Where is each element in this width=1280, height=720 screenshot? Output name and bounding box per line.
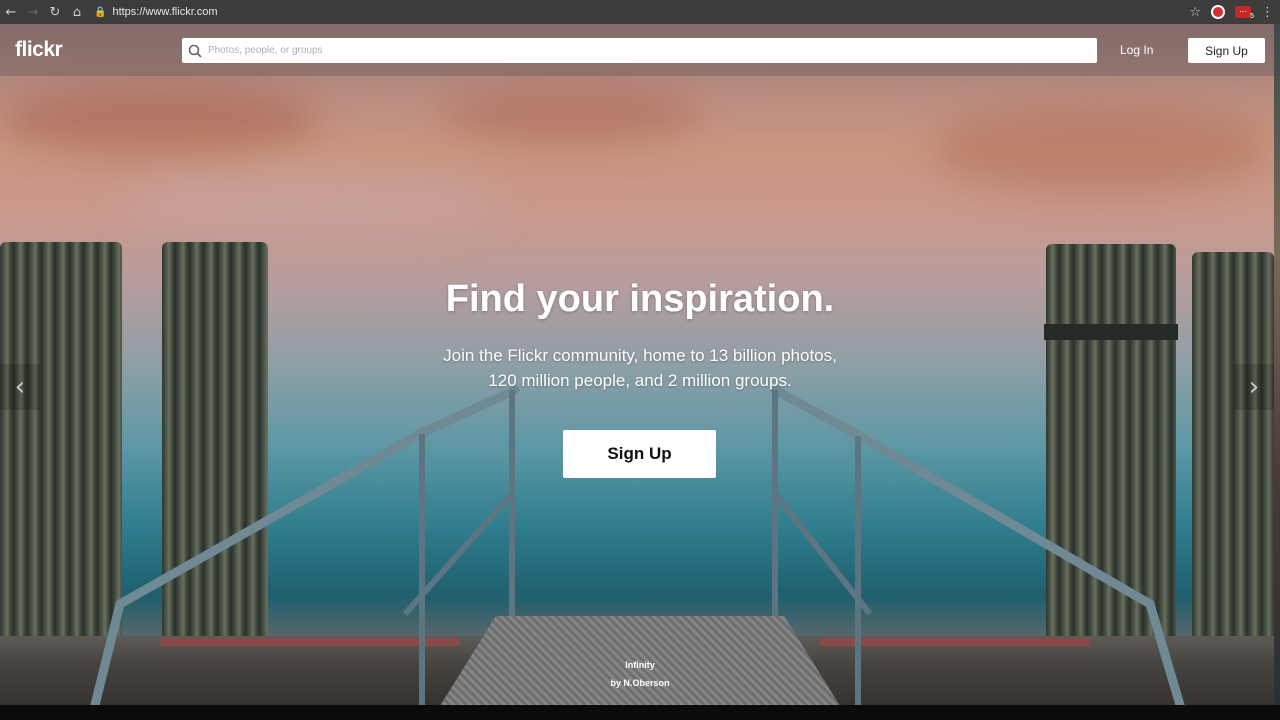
search-icon[interactable]	[182, 38, 208, 63]
search-bar[interactable]	[182, 38, 1097, 63]
forward-arrow-icon[interactable]: →	[22, 0, 44, 24]
back-arrow-icon[interactable]: ←	[0, 0, 22, 24]
flickr-logo[interactable]: flickr	[15, 38, 63, 62]
browser-toolbar: ← → ↻ ⌂ 🔒 https://www.flickr.com ☆ ⋯ 5 ⋮	[0, 0, 1280, 24]
hero-signup-button[interactable]: Sign Up	[563, 430, 716, 478]
hero-subtitle: Join the Flickr community, home to 13 bi…	[0, 343, 1274, 393]
lock-icon: 🔒	[94, 6, 107, 18]
page-footer-strip	[0, 705, 1280, 720]
next-slide-icon[interactable]: ›	[1234, 364, 1274, 410]
prev-slide-icon[interactable]: ‹	[0, 364, 40, 410]
photo-credit-title[interactable]: Infinity	[0, 660, 1274, 670]
browser-menu-icon[interactable]: ⋮	[1261, 5, 1274, 20]
window-edge	[1274, 24, 1280, 705]
address-bar[interactable]: 🔒 https://www.flickr.com	[94, 0, 218, 24]
extension-red-icon[interactable]: ⋯ 5	[1235, 6, 1254, 20]
reload-icon[interactable]: ↻	[44, 0, 66, 24]
url-text: https://www.flickr.com	[112, 6, 218, 18]
hero-subtitle-line: Join the Flickr community, home to 13 bi…	[443, 346, 837, 365]
hero-background: flickr Log In Sign Up Find your inspirat…	[0, 24, 1274, 705]
site-header: flickr Log In Sign Up	[0, 24, 1274, 76]
header-signup-button[interactable]: Sign Up	[1188, 38, 1265, 63]
bookmark-star-icon[interactable]: ☆	[1189, 5, 1201, 20]
extension-opera-icon[interactable]	[1211, 5, 1225, 19]
search-input[interactable]	[208, 39, 1097, 62]
photo-credit-author[interactable]: by N.Oberson	[0, 678, 1274, 688]
hero-title: Find your inspiration.	[445, 278, 835, 320]
login-link[interactable]: Log In	[1120, 43, 1153, 57]
home-icon[interactable]: ⌂	[66, 0, 88, 24]
extension-badge: 5	[1250, 13, 1254, 20]
hero-subtitle-line: 120 million people, and 2 million groups…	[488, 371, 792, 390]
